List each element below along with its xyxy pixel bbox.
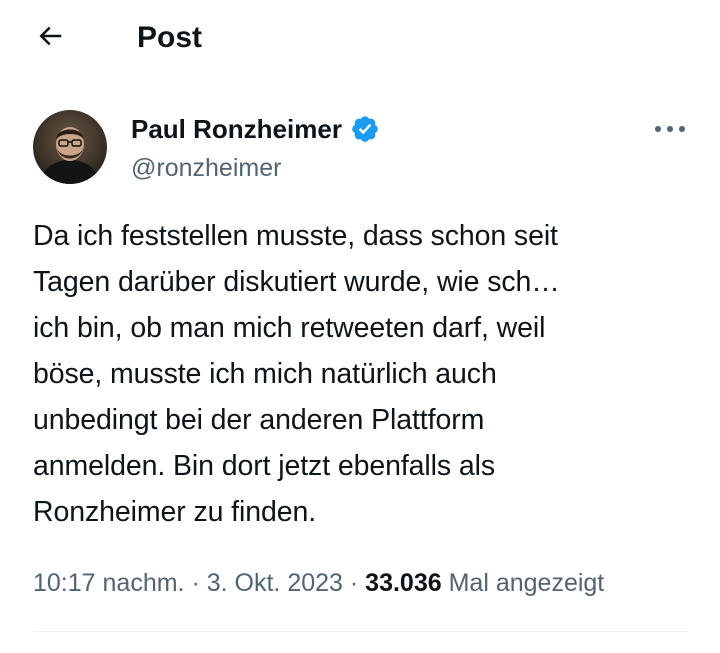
meta-separator: · bbox=[349, 569, 359, 597]
verified-badge-icon[interactable] bbox=[350, 114, 380, 144]
arrow-left-icon bbox=[35, 21, 65, 56]
divider bbox=[33, 631, 688, 632]
author-name[interactable]: Paul Ronzheimer bbox=[131, 112, 380, 146]
page-title: Post bbox=[137, 21, 203, 54]
author-handle[interactable]: @ronzheimer bbox=[131, 152, 281, 184]
tweet-metadata: 10:17 nachm. · 3. Okt. 2023 · 33.036 Mal… bbox=[33, 563, 604, 603]
more-options-button[interactable] bbox=[648, 110, 692, 150]
top-bar: Post bbox=[0, 0, 720, 78]
more-horizontal-icon bbox=[653, 121, 687, 139]
tweet-date[interactable]: 3. Okt. 2023 bbox=[207, 569, 343, 597]
avatar[interactable] bbox=[33, 110, 107, 184]
views-label: Mal angezeigt bbox=[448, 569, 605, 597]
tweet-text: Da ich feststellen musste, dass schon se… bbox=[33, 220, 560, 528]
meta-separator: · bbox=[191, 569, 200, 597]
views-count: 33.036 bbox=[365, 569, 442, 597]
author-display-name: Paul Ronzheimer bbox=[131, 114, 342, 144]
back-button[interactable] bbox=[26, 14, 74, 62]
tweet-time[interactable]: 10:17 nachm. bbox=[33, 569, 185, 597]
